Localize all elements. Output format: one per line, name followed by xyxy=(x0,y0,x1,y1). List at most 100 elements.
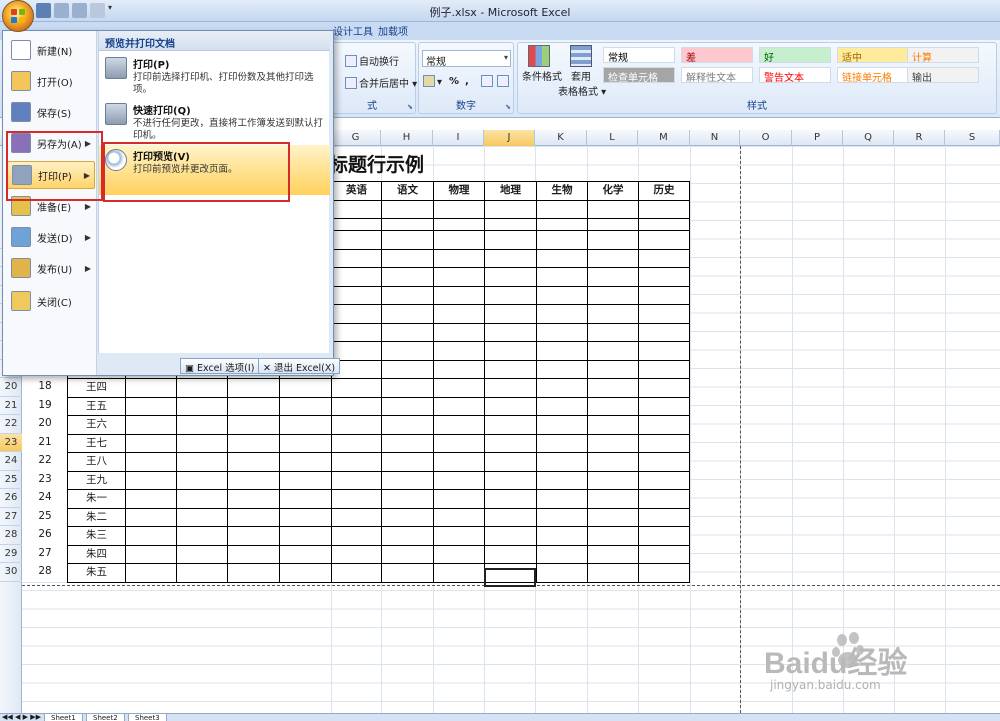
id-cell[interactable]: 18 xyxy=(22,378,68,398)
name-cell[interactable]: 王五 xyxy=(67,396,126,416)
cell-style-2[interactable]: 差 xyxy=(681,47,753,63)
submenu-item-printer[interactable]: 打印(P) 打印前选择打印机、打印份数及其他打印选项。 xyxy=(99,53,330,99)
id-cell[interactable]: 28 xyxy=(22,563,68,583)
table-cell[interactable] xyxy=(638,452,690,472)
table-cell[interactable] xyxy=(125,507,177,527)
table-cell[interactable] xyxy=(484,507,537,527)
table-cell[interactable] xyxy=(125,452,177,472)
menu-item-open-folder[interactable]: 打开(O) xyxy=(7,67,95,95)
alignment-launcher-icon[interactable]: ⬊ xyxy=(407,103,413,111)
table-cell[interactable] xyxy=(433,526,485,546)
table-cell[interactable] xyxy=(381,199,434,219)
table-cell[interactable] xyxy=(331,378,382,398)
table-cell[interactable] xyxy=(381,433,434,453)
sheet-tab-1[interactable]: Sheet1 xyxy=(44,714,83,721)
id-cell[interactable]: 25 xyxy=(22,507,68,527)
menu-item-close-folder[interactable]: 关闭(C) xyxy=(7,287,95,315)
table-cell[interactable] xyxy=(381,489,434,509)
table-cell[interactable] xyxy=(536,452,588,472)
table-cell[interactable] xyxy=(638,304,690,324)
table-cell[interactable] xyxy=(638,470,690,490)
table-cell[interactable] xyxy=(587,359,639,379)
table-cell[interactable] xyxy=(433,452,485,472)
id-cell[interactable]: 26 xyxy=(22,526,68,546)
table-cell[interactable] xyxy=(125,433,177,453)
row-header[interactable]: 28 xyxy=(0,526,22,545)
name-cell[interactable]: 朱二 xyxy=(67,507,126,527)
table-cell[interactable] xyxy=(279,415,332,435)
table-cell[interactable] xyxy=(381,248,434,268)
row-header[interactable]: 29 xyxy=(0,545,22,563)
table-cell[interactable] xyxy=(331,544,382,564)
table-cell[interactable] xyxy=(536,489,588,509)
id-cell[interactable]: 21 xyxy=(22,433,68,453)
table-cell[interactable] xyxy=(587,544,639,564)
row-header[interactable]: 30 xyxy=(0,563,22,582)
table-cell[interactable] xyxy=(125,470,177,490)
name-cell[interactable]: 王四 xyxy=(67,378,126,398)
currency-button[interactable]: ▾ xyxy=(423,75,442,88)
table-cell[interactable] xyxy=(536,322,588,342)
table-cell[interactable] xyxy=(381,230,434,250)
table-cell[interactable] xyxy=(381,304,434,324)
table-cell[interactable] xyxy=(638,433,690,453)
table-cell[interactable] xyxy=(638,396,690,416)
table-cell[interactable] xyxy=(536,304,588,324)
menu-item-new-document[interactable]: 新建(N) xyxy=(7,36,95,64)
table-cell[interactable] xyxy=(176,470,228,490)
submenu-item-quick-print[interactable]: 快速打印(Q) 不进行任何更改，直接将工作簿发送到默认打印机。 xyxy=(99,99,330,145)
table-cell[interactable] xyxy=(484,378,537,398)
name-cell[interactable]: 王九 xyxy=(67,470,126,490)
menu-item-send[interactable]: 发送(D) ▶ xyxy=(7,223,95,251)
table-cell[interactable] xyxy=(484,248,537,268)
table-cell[interactable] xyxy=(587,230,639,250)
sheet-tab-2[interactable]: Sheet2 xyxy=(86,714,125,721)
name-cell[interactable]: 王六 xyxy=(67,415,126,435)
sheet-tab-3[interactable]: Sheet3 xyxy=(128,714,167,721)
table-cell[interactable] xyxy=(227,470,280,490)
table-cell[interactable] xyxy=(587,433,639,453)
name-cell[interactable]: 王八 xyxy=(67,452,126,472)
format-as-table-button[interactable]: 套用 表格格式 ▾ xyxy=(558,45,606,98)
table-cell[interactable] xyxy=(279,526,332,546)
table-cell[interactable] xyxy=(536,378,588,398)
table-cell[interactable] xyxy=(125,415,177,435)
table-cell[interactable] xyxy=(484,341,537,361)
table-cell[interactable] xyxy=(484,359,537,379)
cell-style-7[interactable]: 解释性文本 xyxy=(681,67,753,83)
table-cell[interactable] xyxy=(227,396,280,416)
wrap-text-button[interactable]: 自动换行 xyxy=(345,53,399,68)
table-cell[interactable] xyxy=(484,322,537,342)
table-cell[interactable] xyxy=(587,563,639,583)
comma-button[interactable]: , xyxy=(465,76,469,87)
table-cell[interactable] xyxy=(381,267,434,287)
table-cell[interactable] xyxy=(536,341,588,361)
table-cell[interactable] xyxy=(331,563,382,583)
table-cell[interactable] xyxy=(536,359,588,379)
table-cell[interactable] xyxy=(176,507,228,527)
table-cell[interactable] xyxy=(227,433,280,453)
table-cell[interactable] xyxy=(536,267,588,287)
table-cell[interactable] xyxy=(433,267,485,287)
table-cell[interactable] xyxy=(331,267,382,287)
table-cell[interactable] xyxy=(279,544,332,564)
table-cell[interactable] xyxy=(227,526,280,546)
row-header[interactable]: 23 xyxy=(0,433,22,452)
column-header-s[interactable]: S xyxy=(945,130,1000,146)
table-cell[interactable] xyxy=(587,248,639,268)
table-cell[interactable] xyxy=(279,563,332,583)
table-cell[interactable] xyxy=(227,544,280,564)
table-cell[interactable] xyxy=(176,563,228,583)
table-cell[interactable] xyxy=(433,563,485,583)
row-header[interactable]: 26 xyxy=(0,489,22,508)
table-cell[interactable] xyxy=(381,322,434,342)
table-cell[interactable] xyxy=(484,396,537,416)
increase-decimal-button[interactable] xyxy=(481,75,495,88)
conditional-format-button[interactable]: 条件格式 xyxy=(522,45,562,83)
column-header-o[interactable]: O xyxy=(740,130,792,146)
decrease-decimal-button[interactable] xyxy=(497,75,511,88)
column-header-p[interactable]: P xyxy=(792,130,843,146)
table-cell[interactable] xyxy=(536,248,588,268)
tab-addins[interactable]: 加载项 xyxy=(378,23,408,38)
table-cell[interactable] xyxy=(484,526,537,546)
